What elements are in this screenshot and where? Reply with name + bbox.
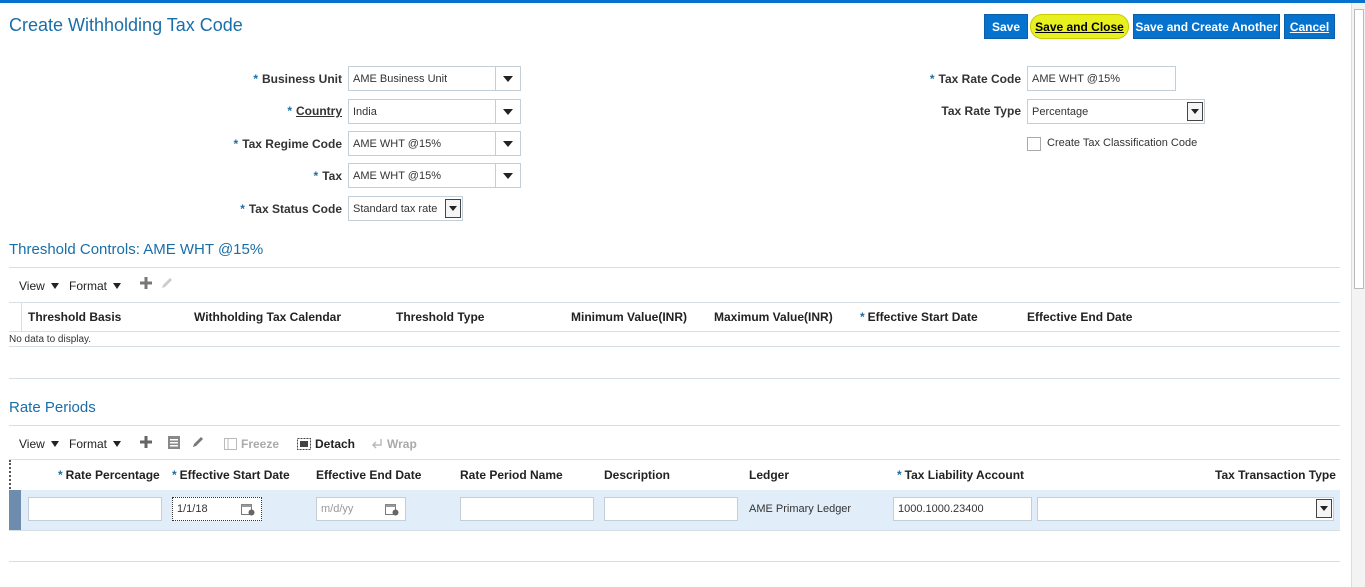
- tax-status-code-select[interactable]: Standard tax rate: [348, 196, 463, 221]
- freeze-icon: [224, 438, 237, 450]
- divider: [9, 346, 1340, 347]
- col-effective-start-date[interactable]: * Effective Start Date: [860, 310, 978, 324]
- effective-start-date-value: 1/1/18: [177, 503, 208, 515]
- column-divider: [21, 303, 22, 331]
- calendar-icon[interactable]: [241, 503, 255, 516]
- scrollbar-thumb[interactable]: [1354, 9, 1364, 289]
- divider: [9, 459, 1340, 460]
- tax-rate-type-value: Percentage: [1032, 105, 1089, 118]
- chevron-down-icon[interactable]: [495, 132, 520, 155]
- ledger-value: AME Primary Ledger: [749, 503, 852, 515]
- save-button[interactable]: Save: [984, 14, 1028, 39]
- col-rate-percentage[interactable]: * Rate Percentage: [58, 468, 160, 482]
- col-effective-end-date[interactable]: Effective End Date: [316, 468, 421, 482]
- tax-rate-type-select[interactable]: Percentage: [1027, 99, 1205, 124]
- calendar-icon[interactable]: [385, 503, 399, 516]
- col-rate-period-name[interactable]: Rate Period Name: [460, 468, 563, 482]
- col-tax-transaction-type[interactable]: Tax Transaction Type: [1215, 468, 1336, 482]
- tax-liability-account-input[interactable]: 1000.1000.23400: [893, 497, 1032, 521]
- chevron-down-icon[interactable]: [495, 164, 520, 187]
- effective-start-date-input[interactable]: 1/1/18: [172, 497, 262, 521]
- divider: [9, 302, 1340, 303]
- tax-transaction-type-select[interactable]: [1037, 497, 1334, 521]
- add-icon[interactable]: [139, 276, 153, 290]
- tax-rate-code-label: * Tax Rate Code: [929, 72, 1021, 86]
- col-effective-start-date[interactable]: * Effective Start Date: [172, 468, 290, 482]
- row-selector[interactable]: [9, 490, 21, 530]
- save-and-close-button[interactable]: Save and Close: [1030, 14, 1129, 39]
- create-tax-classification-label: Create Tax Classification Code: [1047, 137, 1198, 149]
- tax-select[interactable]: AME WHT @15%: [348, 163, 521, 188]
- business-unit-value: AME Business Unit: [353, 72, 448, 85]
- divider: [9, 267, 1340, 268]
- col-ledger[interactable]: Ledger: [749, 468, 789, 482]
- rate-periods-section-title: Rate Periods: [9, 399, 96, 416]
- col-threshold-type[interactable]: Threshold Type: [396, 310, 484, 324]
- detach-button[interactable]: Detach: [297, 437, 355, 451]
- threshold-section-title: Threshold Controls: AME WHT @15%: [9, 241, 264, 258]
- top-accent-line: [0, 0, 1365, 3]
- vertical-scrollbar[interactable]: [1351, 3, 1365, 587]
- rate-period-name-input[interactable]: [460, 497, 594, 521]
- threshold-format-menu[interactable]: Format: [69, 279, 122, 293]
- empty-message: No data to display.: [9, 334, 92, 345]
- tax-rate-code-input[interactable]: AME WHT @15%: [1027, 66, 1176, 91]
- rate-percentage-input[interactable]: [28, 497, 162, 521]
- col-maximum-value[interactable]: Maximum Value(INR): [714, 310, 833, 324]
- divider: [9, 331, 1340, 332]
- country-label: * Country: [287, 104, 342, 118]
- divider: [9, 530, 1340, 531]
- edit-icon[interactable]: [191, 435, 205, 449]
- wrap-icon: [371, 439, 382, 449]
- edit-icon: [160, 276, 174, 290]
- effective-end-date-placeholder: m/d/yy: [321, 503, 354, 515]
- freeze-button[interactable]: Freeze: [224, 437, 279, 451]
- tax-regime-code-value: AME WHT @15%: [353, 137, 441, 150]
- add-icon[interactable]: [139, 435, 153, 449]
- chevron-down-icon[interactable]: [445, 199, 461, 218]
- divider: [9, 425, 1340, 426]
- col-effective-end-date[interactable]: Effective End Date: [1027, 310, 1132, 324]
- rate-format-menu[interactable]: Format: [69, 437, 122, 451]
- country-select[interactable]: India: [348, 99, 521, 124]
- tax-status-code-label: * Tax Status Code: [240, 202, 342, 216]
- col-minimum-value[interactable]: Minimum Value(INR): [571, 310, 687, 324]
- page-title: Create Withholding Tax Code: [9, 15, 243, 35]
- detach-icon: [297, 438, 311, 450]
- business-unit-select[interactable]: AME Business Unit: [348, 66, 521, 91]
- chevron-down-icon: [113, 283, 122, 289]
- tax-value: AME WHT @15%: [353, 169, 441, 182]
- tax-regime-code-select[interactable]: AME WHT @15%: [348, 131, 521, 156]
- save-and-create-another-button[interactable]: Save and Create Another: [1133, 14, 1280, 39]
- description-input[interactable]: [604, 497, 738, 521]
- wrap-button[interactable]: Wrap: [371, 437, 417, 451]
- tax-regime-code-label: * Tax Regime Code: [233, 137, 342, 151]
- col-threshold-basis[interactable]: Threshold Basis: [28, 310, 121, 324]
- chevron-down-icon[interactable]: [495, 100, 520, 123]
- cancel-button[interactable]: Cancel: [1284, 14, 1335, 39]
- chevron-down-icon: [50, 441, 59, 447]
- country-value: India: [353, 105, 377, 118]
- chevron-down-icon[interactable]: [1316, 499, 1332, 518]
- tax-status-code-value: Standard tax rate: [353, 202, 438, 215]
- chevron-down-icon[interactable]: [495, 67, 520, 90]
- chevron-down-icon[interactable]: [1187, 102, 1203, 121]
- rate-view-menu[interactable]: View: [19, 437, 59, 451]
- business-unit-label: * Business Unit: [253, 72, 342, 86]
- threshold-view-menu[interactable]: View: [19, 279, 59, 293]
- row-header-column: [9, 460, 21, 489]
- col-withholding-tax-calendar[interactable]: Withholding Tax Calendar: [194, 310, 341, 324]
- duplicate-icon[interactable]: [167, 435, 181, 450]
- divider: [9, 561, 1340, 562]
- chevron-down-icon: [113, 441, 122, 447]
- col-tax-liability-account[interactable]: * Tax Liability Account: [897, 468, 1024, 482]
- chevron-down-icon: [50, 283, 59, 289]
- tax-label: * Tax: [313, 169, 342, 183]
- col-description[interactable]: Description: [604, 468, 670, 482]
- effective-end-date-input[interactable]: m/d/yy: [316, 497, 406, 521]
- divider: [9, 378, 1340, 379]
- tax-rate-type-label: Tax Rate Type: [941, 104, 1021, 118]
- create-tax-classification-checkbox[interactable]: [1027, 137, 1041, 151]
